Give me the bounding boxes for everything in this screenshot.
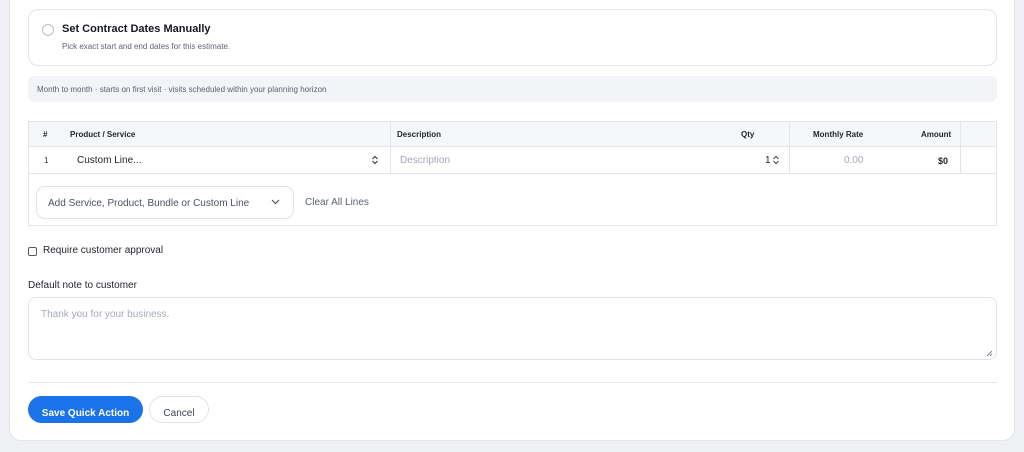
- contract-dates-radio[interactable]: [42, 24, 54, 36]
- add-line-label: Add Service, Product, Bundle or Custom L…: [48, 198, 250, 209]
- cancel-button[interactable]: Cancel: [149, 396, 209, 423]
- note-label: Default note to customer: [28, 280, 137, 291]
- note-textarea[interactable]: Thank you for your business.: [28, 297, 997, 360]
- product-select[interactable]: Custom Line...: [77, 155, 141, 166]
- contract-dates-option[interactable]: Set Contract Dates Manually Pick exact s…: [28, 9, 997, 66]
- clear-all-lines-button[interactable]: Clear All Lines: [305, 197, 369, 208]
- header-qty: Qty: [741, 130, 755, 139]
- qty-stepper-icon[interactable]: [772, 155, 780, 166]
- add-line-select[interactable]: Add Service, Product, Bundle or Custom L…: [36, 186, 294, 219]
- qty-input[interactable]: 1: [765, 155, 771, 166]
- approval-label: Require customer approval: [43, 245, 164, 256]
- header-description: Description: [397, 130, 442, 139]
- header-rate: Monthly Rate: [813, 130, 864, 139]
- row-num: 1: [44, 156, 49, 165]
- updown-chevron-icon[interactable]: [371, 155, 379, 166]
- description-input[interactable]: Description: [400, 155, 450, 166]
- approval-checkbox[interactable]: [28, 247, 37, 256]
- header-amount: Amount: [921, 130, 952, 139]
- resize-handle-icon[interactable]: [986, 349, 993, 357]
- contract-dates-title: Set Contract Dates Manually: [62, 23, 211, 35]
- header-product: Product / Service: [70, 130, 136, 139]
- rate-input[interactable]: 0.00: [844, 155, 863, 166]
- contract-info-bar: Month to month · starts on first visit ·…: [28, 76, 997, 102]
- table-header: # Product / Service Description Qty Mont…: [29, 122, 996, 147]
- divider: [28, 382, 997, 383]
- chevron-down-icon: [271, 197, 280, 207]
- note-placeholder: Thank you for your business.: [41, 309, 170, 320]
- line-items-table: # Product / Service Description Qty Mont…: [28, 121, 997, 226]
- save-quick-action-button[interactable]: Save Quick Action: [28, 396, 143, 423]
- amount-value: $0: [938, 156, 949, 166]
- contract-dates-subtitle: Pick exact start and end dates for this …: [62, 42, 231, 51]
- header-num: #: [43, 130, 48, 139]
- table-row: 1 Custom Line... Description 1 0.00 $0: [29, 147, 996, 174]
